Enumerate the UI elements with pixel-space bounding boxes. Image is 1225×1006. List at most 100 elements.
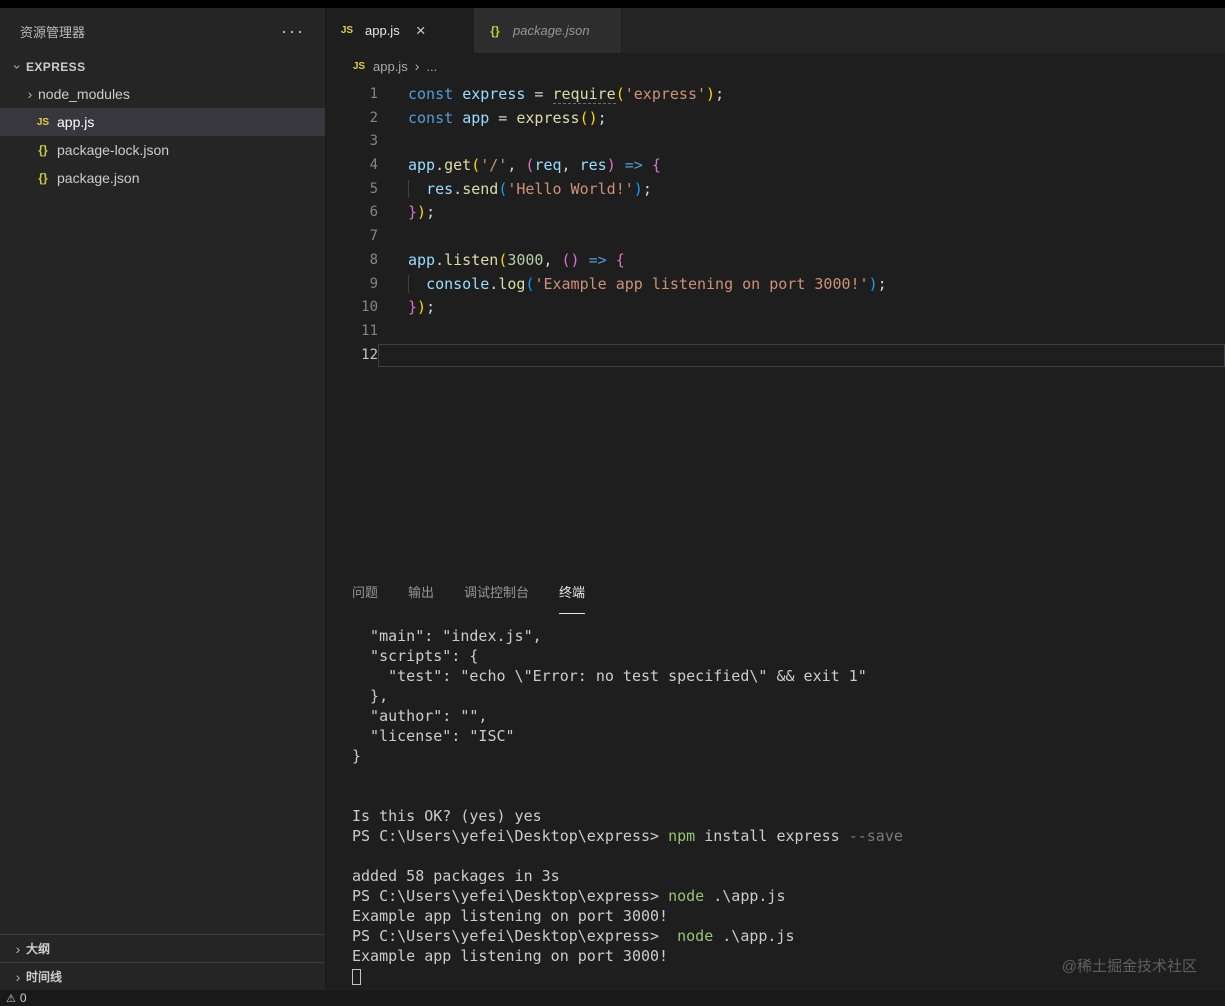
code-token: app — [462, 108, 490, 127]
code-token: ) — [417, 298, 427, 317]
explorer-item-app.js[interactable]: JS app.js — [0, 108, 325, 136]
explorer-root-folder[interactable]: › EXPRESS — [0, 54, 325, 80]
terminal-text: Is this OK? (yes) yes — [352, 807, 542, 825]
file-label: node_modules — [38, 86, 130, 102]
code-token: } — [408, 203, 418, 222]
terminal-text: "scripts": { — [352, 647, 479, 665]
editor-area: JS app.js ×{} package.json JS app.js › ... … — [326, 8, 1225, 990]
more-actions-icon[interactable]: ··· — [281, 22, 305, 40]
code-token: . — [435, 250, 445, 269]
js-file-icon: JS — [36, 116, 50, 128]
breadcrumb-more[interactable]: ... — [426, 59, 437, 74]
code-line-content: res.send('Hello World!'); — [378, 178, 1225, 202]
problems-count[interactable]: 0 — [20, 991, 27, 1005]
code-line[interactable]: 11 — [326, 320, 1225, 344]
terminal-line: "scripts": { — [352, 646, 1225, 666]
breadcrumb-file[interactable]: app.js — [373, 59, 408, 74]
code-line[interactable]: 4 app.get('/', (req, res) => { — [326, 154, 1225, 178]
terminal-line: "main": "index.js", — [352, 626, 1225, 646]
terminal[interactable]: "main": "index.js", "scripts": { "test":… — [326, 614, 1225, 990]
code-token: . — [435, 156, 445, 175]
terminal-line: "author": "", — [352, 706, 1225, 726]
explorer-sidebar: 资源管理器 ··· › EXPRESS › node_modules JS app.j… — [0, 8, 326, 990]
terminal-line: PS C:\Users\yefei\Desktop\express> npm i… — [352, 826, 1225, 846]
terminal-text: PS C:\Users\yefei\Desktop\express> — [352, 827, 669, 845]
explorer-item-node_modules[interactable]: › node_modules — [0, 80, 325, 108]
terminal-text: install express — [695, 827, 849, 845]
terminal-line: }, — [352, 686, 1225, 706]
code-token: app — [408, 250, 436, 269]
code-line[interactable]: 6}); — [326, 201, 1225, 225]
explorer-title: 资源管理器 — [20, 24, 86, 40]
code-editor[interactable]: 1 const express = require('express'); 2 con… — [326, 79, 1225, 570]
line-number: 6 — [369, 204, 378, 221]
line-number: 2 — [369, 109, 378, 126]
code-line[interactable]: 2 const app = express(); — [326, 107, 1225, 131]
breadcrumb[interactable]: JS app.js › ... — [326, 53, 1225, 79]
explorer-item-package.json[interactable]: {} package.json — [0, 164, 325, 192]
code-token: { — [615, 250, 625, 269]
code-line[interactable]: 12 — [326, 344, 1225, 368]
code-token: ; — [597, 108, 607, 127]
code-token: ) — [868, 274, 878, 293]
code-line-content: const app = express(); — [378, 107, 1225, 131]
terminal-text: PS C:\Users\yefei\Desktop\express> — [352, 927, 678, 945]
bottom-panel: 问题 输出 调试控制台 终端 "main": "index.js", "scripts… — [326, 570, 1225, 990]
code-line-content — [378, 225, 1225, 249]
panel-tab-输出[interactable]: 输出 — [408, 570, 434, 614]
json-file-icon: {} — [38, 143, 48, 157]
code-line-content: const express = require('express'); — [378, 83, 1225, 107]
chevron-right-icon: › — [414, 58, 420, 74]
js-file-icon: JS — [352, 60, 366, 72]
code-line[interactable]: 5 res.send('Hello World!'); — [326, 178, 1225, 202]
panel-tab-问题[interactable]: 问题 — [352, 570, 378, 614]
code-token: = — [525, 85, 553, 103]
terminal-line: Is this OK? (yes) yes — [352, 806, 1225, 826]
code-token: 'express' — [624, 85, 707, 103]
panel-tab-调试控制台[interactable]: 调试控制台 — [464, 570, 529, 614]
js-file-icon: JS — [340, 25, 354, 36]
code-line-content — [378, 130, 1225, 154]
explorer-item-package-lock.json[interactable]: {} package-lock.json — [0, 136, 325, 164]
terminal-line: Example app listening on port 3000! — [352, 906, 1225, 926]
code-token: . — [489, 274, 499, 293]
tab-app.js[interactable]: JS app.js × — [326, 8, 474, 53]
warning-icon[interactable]: ⚠ — [6, 992, 16, 1005]
code-line-content: }); — [378, 296, 1225, 320]
code-token: ; — [877, 274, 887, 293]
code-line[interactable]: 1 const express = require('express'); — [326, 83, 1225, 107]
code-line[interactable]: 3 — [326, 130, 1225, 154]
code-line[interactable]: 7 — [326, 225, 1225, 249]
chevron-right-icon: › — [27, 86, 33, 102]
json-file-icon: {} — [38, 171, 48, 185]
panel-tab-终端[interactable]: 终端 — [559, 570, 586, 614]
close-icon[interactable]: × — [416, 22, 426, 39]
code-line[interactable]: 8 app.listen(3000, () => { — [326, 249, 1225, 273]
line-number: 9 — [369, 275, 378, 292]
section-label: 大纲 — [26, 942, 51, 956]
file-label: app.js — [57, 114, 95, 130]
line-number: 1 — [369, 86, 378, 102]
section-label: 时间线 — [26, 970, 63, 984]
status-bar: ⚠ 0 — [0, 990, 1225, 1006]
terminal-text: Example app listening on port 3000! — [352, 907, 669, 925]
code-line[interactable]: 10}); — [326, 296, 1225, 320]
code-token: express — [462, 85, 526, 103]
code-token: ; — [426, 298, 436, 317]
terminal-text: .\app.js — [704, 887, 786, 905]
code-token: require — [552, 85, 616, 104]
code-line[interactable]: 9 console.log('Example app listening on … — [326, 273, 1225, 297]
tab-package.json[interactable]: {} package.json — [474, 8, 622, 53]
code-token: } — [408, 298, 418, 317]
code-token: log — [498, 274, 526, 293]
code-token: 'Hello World!' — [507, 179, 634, 198]
terminal-text: } — [352, 747, 362, 765]
terminal-line: PS C:\Users\yefei\Desktop\express> node … — [352, 926, 1225, 946]
sidebar-section-时间线[interactable]: › 时间线 — [0, 962, 325, 990]
sidebar-section-大纲[interactable]: › 大纲 — [0, 934, 325, 962]
terminal-line: "test": "echo \"Error: no test specified… — [352, 666, 1225, 686]
